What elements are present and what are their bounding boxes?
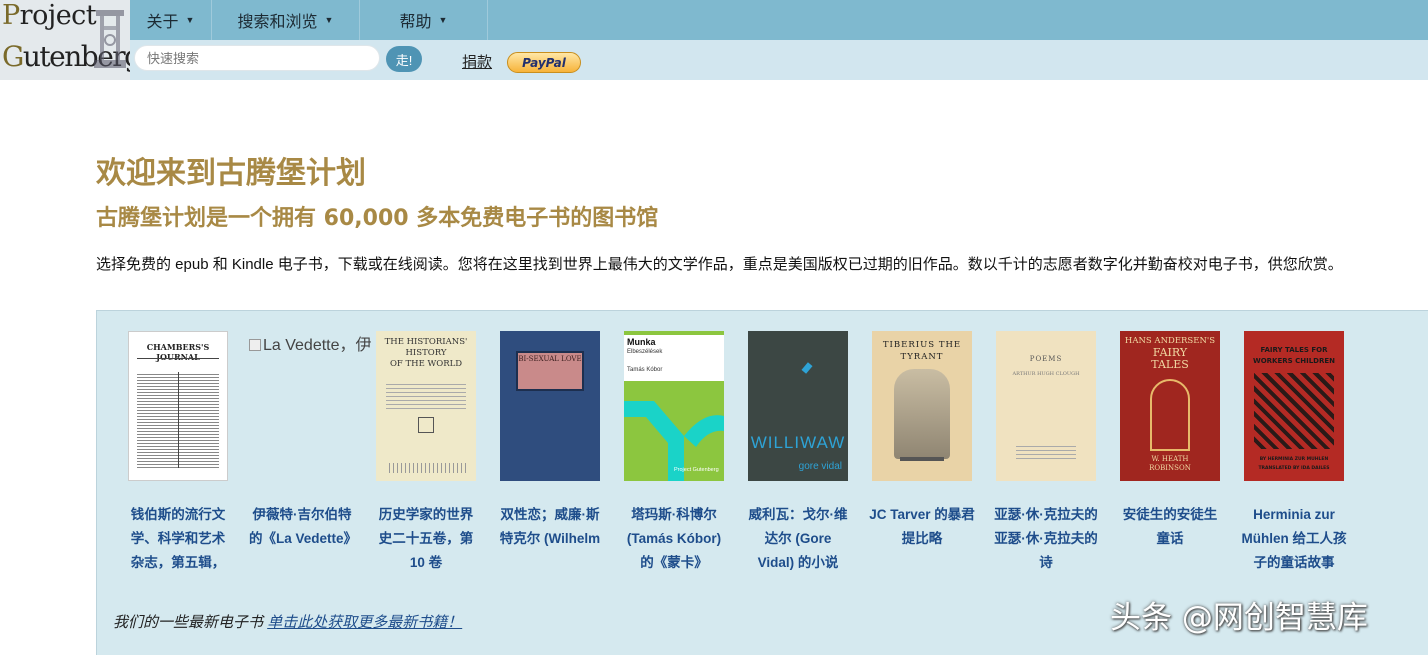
book-cover[interactable]: CHAMBERS'S JOURNAL (128, 331, 228, 481)
book-title[interactable]: 历史学家的世界史二十五卷，第 10 卷 (371, 503, 481, 575)
chevron-down-icon: ▼ (185, 15, 195, 25)
donate-link[interactable]: 捐款 (462, 51, 492, 72)
search-bar: 走! 捐款 PayPal (130, 40, 1428, 80)
book-title[interactable]: 亚瑟·休·克拉夫的亚瑟·休·克拉夫的诗 (991, 503, 1101, 575)
book-title[interactable]: 塔玛斯·科博尔 (Tamás Kóbor) 的《蒙卡》 (619, 503, 729, 575)
book-title[interactable]: JC Tarver 的暴君提比略 (867, 503, 977, 575)
intro-text: 选择免费的 epub 和 Kindle 电子书，下载或在线阅读。您将在这里找到世… (96, 256, 1343, 273)
logo-text-line1: Project (2, 0, 97, 31)
book-title[interactable]: 安徒生的安徒生童话 (1115, 503, 1225, 575)
book-cover[interactable]: Munka Elbeszélések Tamás Kóbor Project G… (624, 331, 724, 481)
page-subtitle: 古腾堡计划是一个拥有 60,000 多本免费电子书的图书馆 (96, 206, 659, 231)
book-item[interactable]: TIBERIUS THE TYRANT JC Tarver 的暴君提比略 (867, 331, 977, 575)
top-navbar: 关于 ▼ 搜索和浏览 ▼ 帮助 ▼ (130, 0, 1428, 40)
search-go-button[interactable]: 走! (386, 46, 422, 72)
book-cover[interactable]: TIBERIUS THE TYRANT (872, 331, 972, 481)
latest-books-note-text: 我们的一些最新电子书 (113, 614, 264, 631)
book-item[interactable]: FAIRY TALES FOR WORKERS CHILDREN BY HERMI… (1239, 331, 1349, 575)
book-title[interactable]: 钱伯斯的流行文学、科学和艺术杂志，第五辑， (123, 503, 233, 575)
quick-search-input[interactable] (134, 45, 380, 71)
book-item[interactable]: POEMS ARTHUR HUGH CLOUGH 亚瑟·休·克拉夫的亚瑟·休·克… (991, 331, 1101, 575)
site-logo[interactable]: Project Gutenberg (0, 0, 130, 80)
page-title: 欢迎来到古腾堡计划 (96, 156, 366, 191)
book-title[interactable]: 双性恋；威廉·斯特克尔 (Wilhelm (495, 503, 605, 575)
nav-about-menu[interactable]: 关于 ▼ (130, 0, 212, 40)
nav-search-browse-label: 搜索和浏览 (237, 14, 318, 31)
book-cover[interactable]: POEMS ARTHUR HUGH CLOUGH (996, 331, 1096, 481)
paypal-button[interactable]: PayPal (507, 52, 581, 73)
chevron-down-icon: ▼ (438, 15, 448, 25)
more-latest-books-link[interactable]: 单击此处获取更多最新书籍！ (267, 614, 462, 631)
broken-image-icon (249, 339, 261, 351)
book-cover[interactable]: WILLIWAW gore vidal (748, 331, 848, 481)
book-cover[interactable]: FAIRY TALES FOR WORKERS CHILDREN BY HERMI… (1244, 331, 1344, 481)
book-title[interactable]: 伊薇特·吉尔伯特的《La Vedette》 (247, 503, 357, 575)
book-cover[interactable]: HANS ANDERSEN'S FAIRY TALES W. HEATH ROBI… (1120, 331, 1220, 481)
book-item[interactable]: THE HISTORIANS' HISTORY OF THE WORLD 历史学家的… (371, 331, 481, 575)
nav-help-menu[interactable]: 帮助 ▼ (360, 0, 488, 40)
book-item[interactable]: CHAMBERS'S JOURNAL 钱伯斯的流行文学、科学和艺术杂志，第五辑， (123, 331, 233, 575)
book-cover[interactable]: THE HISTORIANS' HISTORY OF THE WORLD (376, 331, 476, 481)
book-item[interactable]: BI-SEXUAL LOVE 双性恋；威廉·斯特克尔 (Wilhelm (495, 331, 605, 575)
book-item[interactable]: Munka Elbeszélések Tamás Kóbor Project G… (619, 331, 729, 575)
book-title[interactable]: Herminia zur Mühlen 给工人孩子的童话故事 (1239, 503, 1349, 575)
book-title[interactable]: 威利瓦：戈尔·维达尔 (Gore Vidal) 的小说 (743, 503, 853, 575)
book-item[interactable]: La Vedette，伊 伊薇特·吉尔伯特的《La Vedette》 (247, 331, 372, 575)
watermark-text: 头条 @网创智慧库 (1110, 600, 1368, 636)
nav-help-label: 帮助 (399, 14, 432, 31)
book-item[interactable]: HANS ANDERSEN'S FAIRY TALES W. HEATH ROBI… (1115, 331, 1225, 575)
latest-books-note: 我们的一些最新电子书 单击此处获取更多最新书籍！ (113, 611, 462, 632)
nav-about-label: 关于 (146, 14, 179, 31)
chevron-down-icon: ▼ (324, 15, 334, 25)
book-item[interactable]: WILLIWAW gore vidal 威利瓦：戈尔·维达尔 (Gore Vid… (743, 331, 853, 575)
printing-press-icon (94, 10, 126, 68)
book-cover[interactable]: BI-SEXUAL LOVE (500, 331, 600, 481)
nav-search-browse-menu[interactable]: 搜索和浏览 ▼ (212, 0, 360, 40)
